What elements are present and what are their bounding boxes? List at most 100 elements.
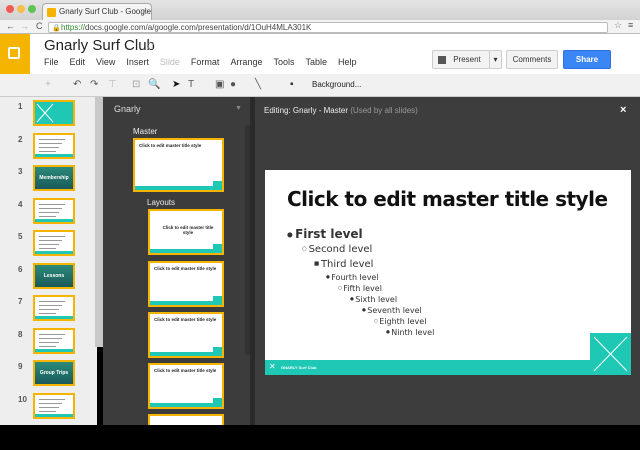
slide-thumbnail[interactable]: Group Trips: [33, 360, 75, 386]
slide-number: 7: [18, 297, 23, 306]
slide-number: 8: [18, 329, 23, 339]
slide-number: 9: [18, 362, 23, 371]
url-scheme: https://: [61, 23, 86, 32]
bullet-level-9: ● Ninth level: [386, 328, 434, 337]
bullet-text: Sixth level: [355, 295, 398, 304]
layout-thumbnail[interactable]: Click to edit master title style: [148, 312, 224, 358]
menu-bar: File Edit View Insert Slide Format Arran…: [44, 57, 357, 67]
slide-thumbnail[interactable]: [33, 132, 75, 159]
paint-format-icon[interactable]: ⊤: [108, 79, 117, 90]
theme-dropdown-icon[interactable]: ▼: [235, 105, 242, 112]
back-icon[interactable]: ←: [6, 21, 15, 31]
menu-format[interactable]: Format: [191, 57, 220, 67]
bullet-text: Ninth level: [391, 328, 435, 337]
slide-thumbnail[interactable]: [33, 230, 75, 256]
slide-thumbnail[interactable]: [33, 327, 75, 354]
close-editor-button[interactable]: ×: [620, 104, 626, 116]
slides-logo-icon[interactable]: [0, 34, 30, 74]
comments-button[interactable]: Comments: [506, 50, 558, 69]
close-tab-icon[interactable]: ×: [142, 7, 147, 16]
browser-tab[interactable]: Gnarly Surf Club - Google ×: [42, 3, 152, 20]
bullet-icon: ●: [287, 230, 296, 239]
theme-name: Gnarly: [114, 104, 141, 114]
reload-icon[interactable]: C: [36, 21, 43, 31]
redo-icon[interactable]: ↷: [90, 79, 98, 90]
zoom-icon[interactable]: 🔍: [148, 79, 160, 90]
shape-icon[interactable]: ●: [230, 79, 236, 90]
bullet-text: Fourth level: [331, 273, 379, 282]
menu-edit[interactable]: Edit: [70, 57, 86, 67]
bullet-level-1: ● First level: [287, 227, 363, 241]
new-slide-icon[interactable]: +: [45, 79, 51, 90]
background-button[interactable]: Background...: [312, 80, 361, 89]
menu-arrange[interactable]: Arrange: [230, 57, 262, 67]
slide-thumbnail[interactable]: [33, 197, 75, 224]
slide-number: 3: [18, 167, 23, 176]
menu-view[interactable]: View: [96, 57, 115, 67]
maximize-window-button[interactable]: [28, 5, 36, 13]
master-slide-canvas[interactable]: Click to edit master title style ● First…: [265, 170, 631, 375]
bullet-text: Seventh level: [367, 306, 422, 315]
bullet-icon: ■: [314, 261, 321, 267]
menu-table[interactable]: Table: [305, 57, 327, 67]
menu-help[interactable]: Help: [338, 57, 357, 67]
layout-thumbnail[interactable]: Click to edit master title style: [148, 363, 224, 409]
bullet-level-3: ■ Third level: [314, 259, 373, 270]
layout-thumbnail[interactable]: Click to edit master title style: [148, 261, 224, 307]
bullet-level-2: ○ Second level: [302, 244, 372, 255]
layout-thumb-title: Click to edit master title style: [154, 266, 217, 271]
bullet-level-5: ○ Fifth level: [338, 284, 382, 293]
text-box-icon[interactable]: T: [188, 79, 194, 90]
forward-icon[interactable]: →: [20, 21, 29, 31]
bottom-bar: [0, 425, 640, 450]
undo-icon[interactable]: ↶: [73, 79, 81, 90]
editor-title: Editing: Gnarly - Master (Used by all sl…: [264, 106, 418, 115]
menu-file[interactable]: File: [44, 57, 59, 67]
browser-tab-bar: Gnarly Surf Club - Google ×: [0, 0, 640, 20]
bullet-text: Fifth level: [343, 284, 382, 293]
present-button[interactable]: Present: [432, 50, 490, 69]
slide-number: 6: [18, 264, 23, 274]
bullet-level-8: ○ Eighth level: [374, 317, 426, 326]
layouts-label: Layouts: [147, 198, 176, 207]
master-thumbnail[interactable]: Click to edit master title style: [133, 138, 224, 192]
present-dropdown[interactable]: ▾: [489, 50, 502, 69]
bullet-text: Second level: [308, 244, 373, 255]
filmstrip-scrollbar[interactable]: [95, 97, 103, 347]
menu-insert[interactable]: Insert: [126, 57, 149, 67]
present-label: Present: [453, 55, 481, 64]
slide-thumbnail[interactable]: [33, 295, 75, 321]
bullet-text: Third level: [320, 259, 374, 270]
lock-icon: 🔒: [52, 25, 61, 32]
line-icon[interactable]: ╲: [255, 79, 261, 90]
master-thumb-title: Click to edit master title style: [139, 143, 202, 148]
browser-toolbar: ← → C 🔒 https://docs.google.com/a/google…: [0, 20, 640, 34]
slide-thumbnail[interactable]: Membership: [33, 165, 75, 191]
slide-thumbnail[interactable]: [33, 100, 75, 126]
document-title[interactable]: Gnarly Surf Club: [44, 37, 155, 54]
minimize-window-button[interactable]: [17, 5, 25, 13]
select-cursor-icon[interactable]: ➤: [172, 79, 180, 90]
slide-thumb-title: Group Trips: [39, 370, 69, 376]
layout-thumb-title: Click to edit master title style: [162, 225, 214, 235]
menu-tools[interactable]: Tools: [273, 57, 294, 67]
slide-thumb-title: Membership: [39, 175, 69, 181]
slide-thumb-title: Lessons: [43, 272, 65, 279]
url-text: docs.google.com/a/google.com/presentatio…: [85, 23, 312, 32]
image-icon[interactable]: ▣: [215, 79, 224, 90]
bookmark-star-icon[interactable]: ☆: [614, 20, 622, 31]
address-bar[interactable]: 🔒 https://docs.google.com/a/google.com/p…: [48, 22, 608, 33]
share-button[interactable]: Share: [563, 50, 611, 69]
fit-icon[interactable]: ⊡: [132, 79, 140, 90]
slide-thumbnail[interactable]: Lessons: [33, 262, 75, 289]
bullet-text: Eighth level: [379, 317, 427, 326]
background-icon[interactable]: ▪: [290, 79, 294, 90]
close-window-button[interactable]: [6, 5, 14, 13]
layout-thumb-title: Click to edit master title style: [154, 317, 217, 322]
star-icon[interactable]: ☆: [145, 38, 156, 52]
bullet-text: First level: [295, 227, 363, 241]
chrome-menu-icon[interactable]: ≡: [628, 20, 633, 30]
layout-thumbnail[interactable]: Click to edit master title style: [148, 209, 224, 255]
slide-thumbnail[interactable]: [33, 392, 75, 419]
slide-title-placeholder[interactable]: Click to edit master title style: [287, 187, 608, 211]
